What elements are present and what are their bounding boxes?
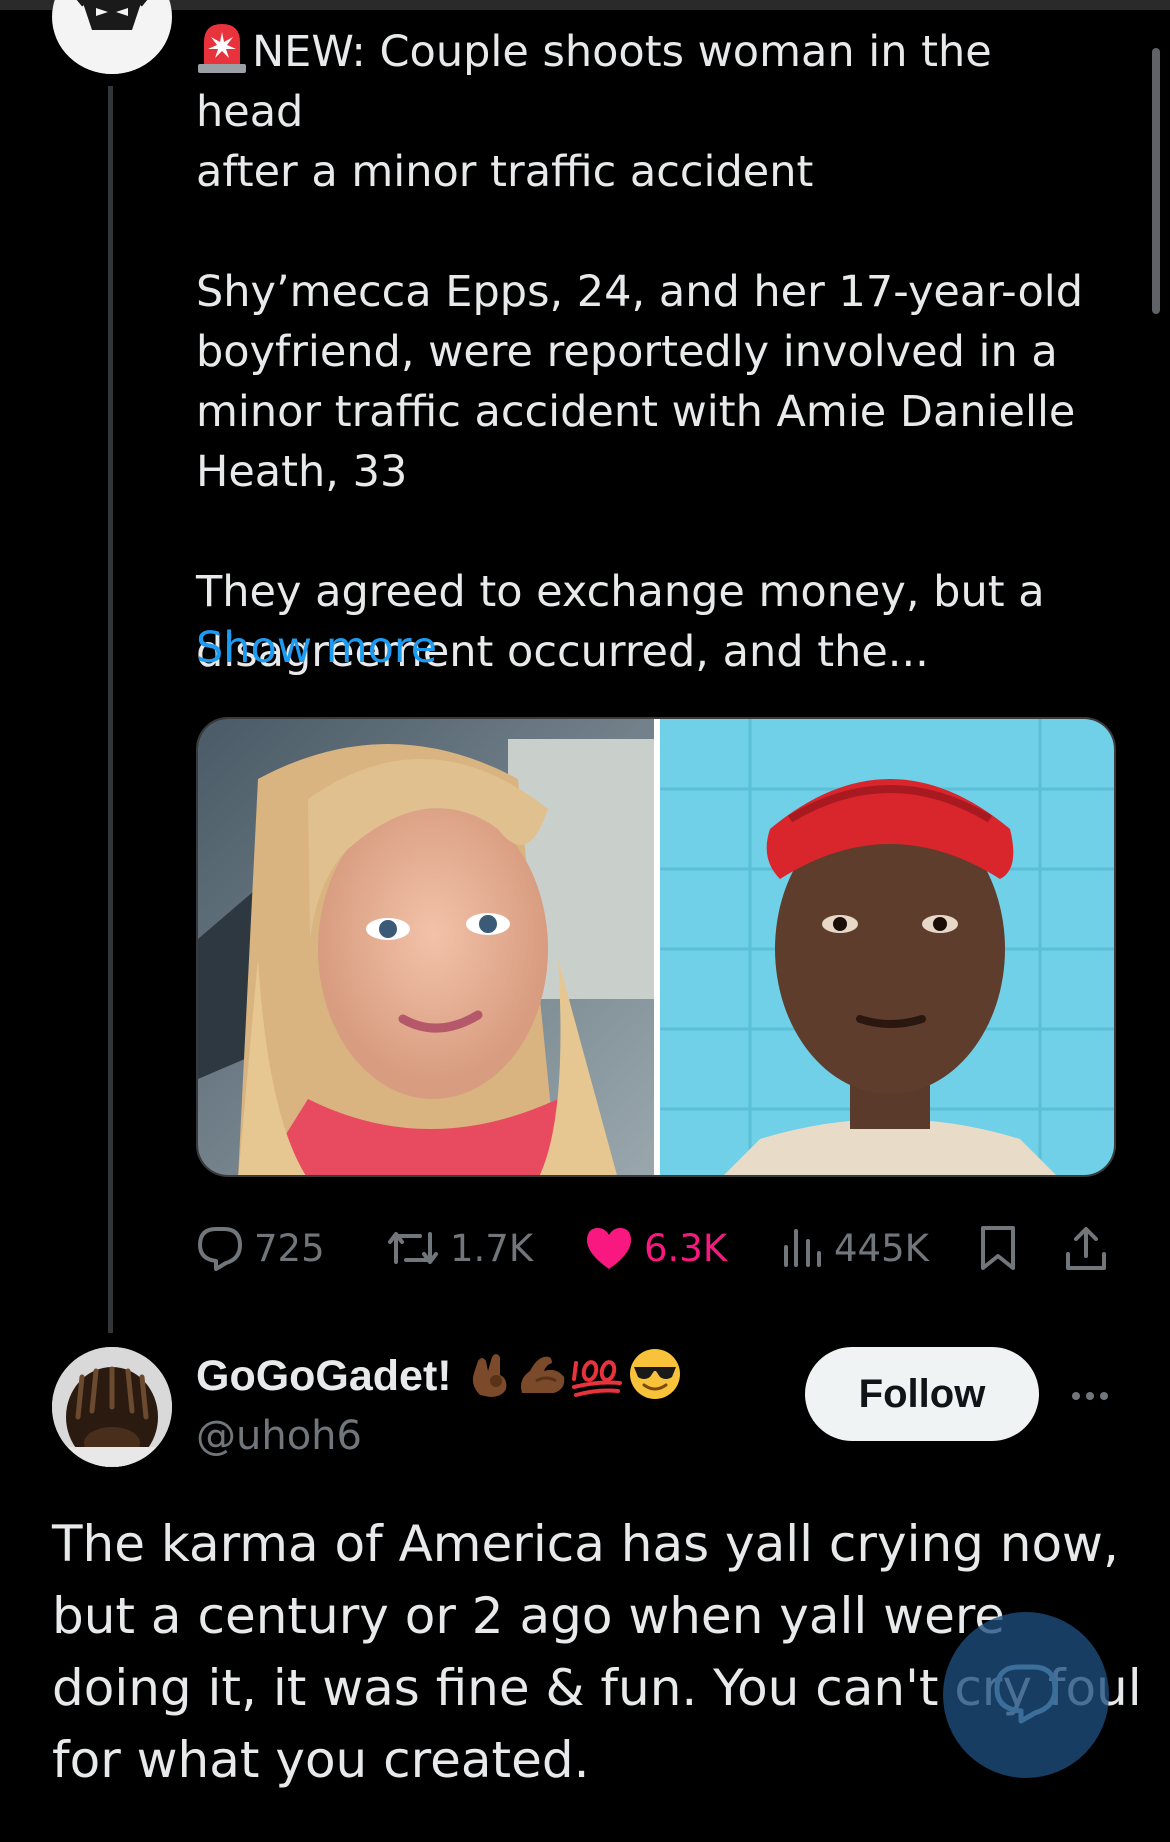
display-name-emojis xyxy=(466,1348,682,1404)
reply-handle[interactable]: @uhoh6 xyxy=(196,1408,362,1464)
show-more-link[interactable]: Show more xyxy=(196,618,437,678)
reply-author-avatar[interactable] xyxy=(52,1347,172,1467)
like-count: 6.3K xyxy=(644,1226,728,1270)
repost-count: 1.7K xyxy=(450,1226,534,1270)
tweet-text: NEW: Couple shoots woman in the head aft… xyxy=(196,20,1096,682)
repost-icon xyxy=(386,1226,440,1270)
hundred-points-icon xyxy=(570,1349,626,1403)
tweet-action-bar: 725 1.7K 6.3K 445K xyxy=(196,1218,1116,1278)
scrollbar[interactable] xyxy=(1152,48,1160,314)
views-count: 445K xyxy=(834,1226,929,1270)
more-dots-icon[interactable] xyxy=(1066,1376,1114,1416)
repost-button[interactable]: 1.7K xyxy=(386,1218,533,1278)
smiling-face-sunglasses-icon xyxy=(628,1347,682,1405)
like-button[interactable]: 6.3K xyxy=(584,1218,727,1278)
police-light-icon xyxy=(196,20,248,74)
tweet-text-content: NEW: Couple shoots woman in the head aft… xyxy=(196,27,1084,677)
compose-reply-fab[interactable] xyxy=(943,1612,1109,1778)
status-bar-edge xyxy=(0,0,1170,10)
reply-count: 725 xyxy=(254,1226,325,1270)
share-button[interactable] xyxy=(1064,1218,1108,1278)
bookmark-button[interactable] xyxy=(978,1218,1018,1278)
bookmark-icon xyxy=(978,1224,1018,1272)
reply-display-name[interactable]: GoGoGadet! xyxy=(196,1348,452,1404)
share-icon xyxy=(1064,1224,1108,1272)
author-avatar[interactable] xyxy=(52,0,172,74)
flexed-biceps-dark-skin-icon xyxy=(516,1349,568,1403)
thread-connector-line xyxy=(108,86,113,1333)
photo-right xyxy=(660,719,1114,1175)
ok-hand-dark-skin-icon xyxy=(466,1349,514,1403)
heart-icon xyxy=(584,1225,634,1271)
photo-left xyxy=(198,719,656,1175)
compose-reply-icon xyxy=(991,1661,1061,1729)
views-button[interactable]: 445K xyxy=(782,1218,929,1278)
reply-icon xyxy=(196,1225,244,1271)
reply-button[interactable]: 725 xyxy=(196,1218,325,1278)
follow-button[interactable]: Follow xyxy=(805,1347,1039,1441)
views-chart-icon xyxy=(782,1225,824,1271)
tweet-media-image[interactable] xyxy=(196,717,1116,1177)
